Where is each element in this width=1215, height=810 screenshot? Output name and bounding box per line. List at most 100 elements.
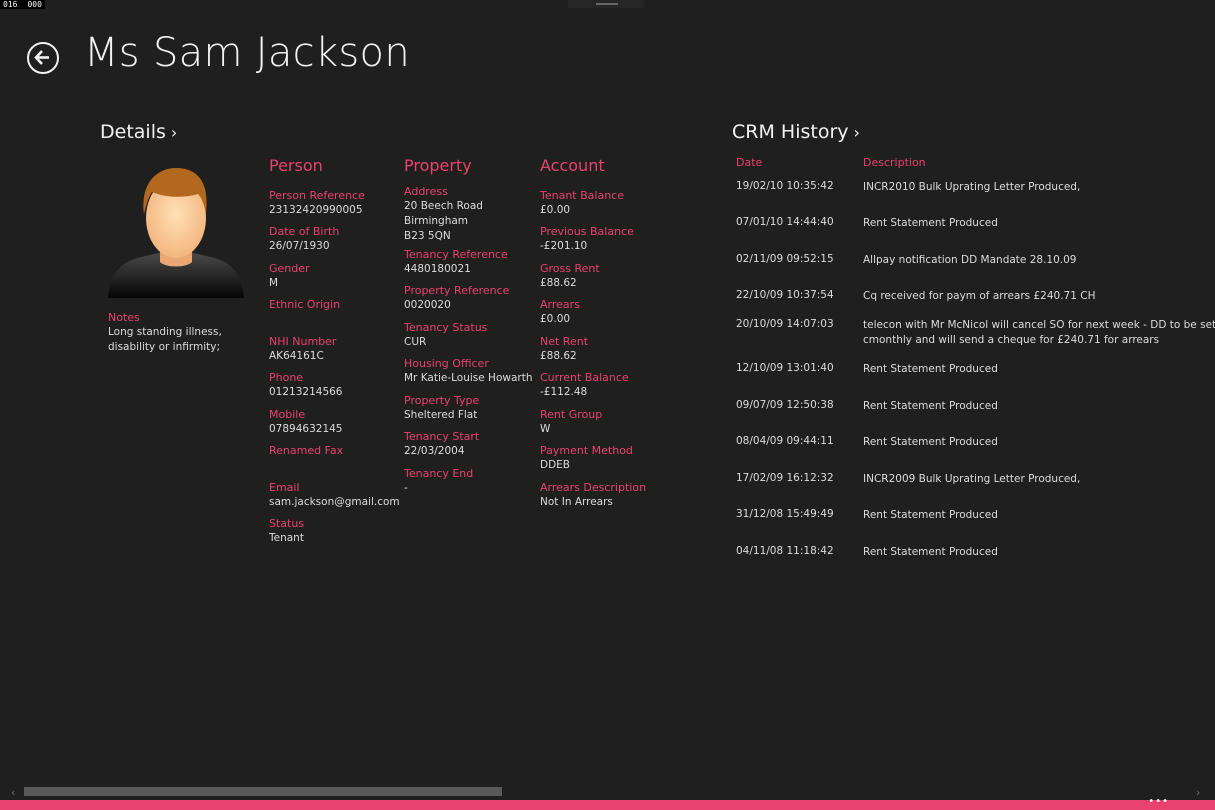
counter-b: 000	[27, 0, 42, 9]
crm-description: Rent Statement Produced	[863, 216, 1215, 231]
crm-desc-line1: Rent Statement Produced	[863, 363, 998, 375]
field-value: -£201.10	[540, 240, 588, 252]
crm-date: 02/11/09 09:52:15	[736, 253, 834, 265]
field-label: Tenant Balance	[540, 189, 624, 202]
more-options-icon[interactable]: •••	[1148, 796, 1169, 807]
property-field: Housing Officer Mr Katie-Louise Howarth	[404, 357, 533, 386]
back-button[interactable]	[27, 42, 59, 74]
property-field: Tenancy End -	[404, 467, 473, 496]
address-line3: B23 5QN	[404, 230, 451, 242]
crm-desc-line1: Cq received for paym of arrears £240.71 …	[863, 290, 1096, 302]
notes-block: Notes Long standing illness, disability …	[108, 311, 243, 355]
app-bar[interactable]: •••	[0, 796, 1215, 810]
field-value: £0.00	[540, 204, 571, 216]
crm-desc-line1: INCR2009 Bulk Uprating Letter Produced,	[863, 473, 1081, 485]
scrollbar-thumb[interactable]	[24, 787, 502, 796]
field-value: £88.62	[540, 277, 577, 289]
crm-history-heading[interactable]: CRM History ›	[732, 121, 860, 143]
field-value: DDEB	[540, 459, 571, 471]
crm-date: 31/12/08 15:49:49	[736, 508, 834, 520]
person-field: Phone 01213214566	[269, 371, 343, 400]
scroll-right-icon[interactable]: ›	[1196, 786, 1200, 799]
crm-description: Rent Statement Produced	[863, 399, 1215, 414]
field-label: Rent Group	[540, 408, 603, 421]
crm-description: Rent Statement Produced	[863, 435, 1215, 450]
back-arrow-icon	[34, 50, 49, 65]
property-field: Property Reference 0020020	[404, 284, 509, 313]
field-value: Mr Katie-Louise Howarth	[404, 372, 533, 384]
field-label: Tenancy Reference	[404, 248, 508, 261]
notes-value-line2: disability or infirmity;	[108, 341, 220, 353]
chevron-right-icon: ›	[853, 123, 860, 142]
crm-desc-line1: Rent Statement Produced	[863, 509, 998, 521]
field-value: 22/03/2004	[404, 445, 465, 457]
crm-desc-line1: Rent Statement Produced	[863, 436, 998, 448]
page-title: Ms Sam Jackson	[84, 30, 410, 76]
property-field: Tenancy Reference 4480180021	[404, 248, 508, 277]
field-label: Payment Method	[540, 444, 633, 457]
property-address: Address 20 Beech Road Birmingham B23 5QN	[404, 185, 483, 244]
person-field: Gender M	[269, 262, 310, 291]
crm-date: 04/11/08 11:18:42	[736, 545, 834, 557]
property-section: Property Address 20 Beech Road Birmingha…	[404, 156, 534, 494]
field-value: AK64161C	[269, 350, 324, 362]
field-label: Arrears	[540, 298, 580, 311]
field-label: Property Reference	[404, 284, 510, 297]
field-value: Sheltered Flat	[404, 409, 478, 421]
account-field: Net Rent £88.62	[540, 335, 588, 364]
account-heading: Account	[540, 156, 605, 175]
crm-description: Rent Statement Produced	[863, 545, 1215, 560]
account-field: Previous Balance -£201.10	[540, 225, 634, 254]
field-label: Phone	[269, 371, 304, 384]
crm-date: 12/10/09 13:01:40	[736, 362, 834, 374]
person-field: Renamed Fax	[269, 444, 343, 458]
field-value: 23132420990005	[269, 204, 363, 216]
window-grip[interactable]	[568, 0, 644, 8]
field-value: CUR	[404, 336, 427, 348]
field-label: NHI Number	[269, 335, 337, 348]
person-heading: Person	[269, 156, 323, 175]
account-section: Account Tenant Balance £0.00 Previous Bal…	[540, 156, 680, 508]
field-value: 07894632145	[269, 423, 343, 435]
details-heading-label: Details	[100, 121, 166, 143]
crm-heading-label: CRM History	[732, 121, 849, 143]
field-value: W	[540, 423, 551, 435]
crm-date: 09/07/09 12:50:38	[736, 399, 834, 411]
field-label: Housing Officer	[404, 357, 489, 370]
field-value: 26/07/1930	[269, 240, 330, 252]
account-field: Tenant Balance £0.00	[540, 189, 624, 218]
field-label: Arrears Description	[540, 481, 647, 494]
person-field: Person Reference 23132420990005	[269, 189, 365, 218]
crm-date: 08/04/09 09:44:11	[736, 435, 834, 447]
field-label: Status	[269, 517, 305, 530]
field-label: Tenancy Status	[404, 321, 488, 334]
field-label: Previous Balance	[540, 225, 634, 238]
crm-desc-line1: Allpay notification DD Mandate 28.10.09	[863, 254, 1077, 266]
account-field: Rent Group W	[540, 408, 602, 437]
details-heading[interactable]: Details ›	[100, 121, 177, 143]
address-line1: 20 Beech Road	[404, 200, 483, 212]
scroll-left-icon[interactable]: ‹	[11, 786, 15, 799]
field-value: sam.jackson@gmail.com	[269, 496, 400, 508]
field-label: Tenancy End	[404, 467, 474, 480]
field-value: £0.00	[540, 313, 571, 325]
field-label: Gender	[269, 262, 310, 275]
field-label: Renamed Fax	[269, 444, 344, 457]
field-label: Person Reference	[269, 189, 365, 202]
field-label: Property Type	[404, 394, 480, 407]
address-line2: Birmingham	[404, 215, 469, 227]
field-value: 4480180021	[404, 263, 471, 275]
account-field: Payment Method DDEB	[540, 444, 633, 473]
account-field: Arrears £0.00	[540, 298, 580, 327]
crm-description: INCR2009 Bulk Uprating Letter Produced,	[863, 472, 1215, 487]
person-field: NHI Number AK64161C	[269, 335, 336, 364]
crm-date: 19/02/10 10:35:42	[736, 180, 834, 192]
property-heading: Property	[404, 156, 472, 175]
person-field: Ethnic Origin	[269, 298, 340, 312]
crm-date: 07/01/10 14:44:40	[736, 216, 834, 228]
property-field: Property Type Sheltered Flat	[404, 394, 479, 423]
field-label: Net Rent	[540, 335, 589, 348]
frame-counter: 016 000	[0, 0, 45, 9]
crm-col-date: Date	[736, 156, 763, 169]
crm-description: INCR2010 Bulk Uprating Letter Produced,	[863, 180, 1215, 195]
